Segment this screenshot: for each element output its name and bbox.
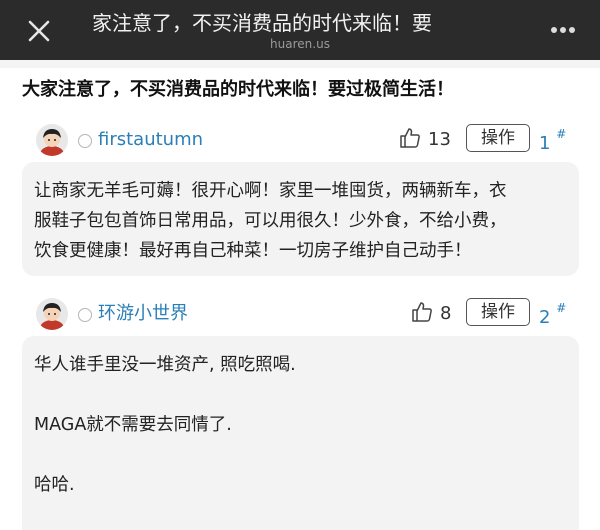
comment-text-line: 服鞋子包包首饰日常用品，可以用很久！少外食，不给小费，: [34, 211, 507, 231]
comment-header: 环游小世界 8 操作 2 #: [0, 294, 600, 338]
page-domain: huaren.us: [270, 37, 330, 51]
comment-body: 华人谁手里没一堆资产, 照吃照喝. MAGA就不需要去同情了. 哈哈.: [22, 336, 579, 530]
floor-number[interactable]: 2 #: [539, 298, 566, 332]
username-link[interactable]: firstautumn: [98, 126, 203, 154]
post-title: 大家注意了，不买消费品的时代来临！要过极简生活！: [22, 79, 454, 100]
section-divider: [0, 60, 600, 68]
thumbs-up-icon[interactable]: [410, 300, 434, 324]
status-dot-icon: [78, 308, 92, 322]
comment-paragraph: 哈哈.: [34, 475, 75, 495]
top-bar: 家注意了，不买消费品的时代来临！要 huaren.us: [0, 0, 600, 60]
floor-number-value: 1: [539, 133, 551, 154]
status-dot-icon: [78, 134, 92, 148]
action-button[interactable]: 操作: [466, 298, 530, 326]
comment-header: firstautumn 13 操作 1 #: [0, 120, 600, 164]
like-count: 8: [440, 303, 452, 324]
username-link[interactable]: 环游小世界: [98, 300, 188, 328]
comment-body: 让商家无羊毛可薅！很开心啊！家里一堆囤货，两辆新车，衣 服鞋子包包首饰日常用品，…: [22, 162, 579, 276]
like-count: 13: [428, 129, 451, 150]
floor-number-value: 2: [539, 307, 551, 328]
avatar[interactable]: [36, 124, 68, 156]
floor-mark: #: [556, 127, 567, 141]
floor-number[interactable]: 1 #: [539, 124, 566, 158]
comment-text-line: 饮食更健康！最好再自己种菜！一切房子维护自己动手！: [34, 241, 472, 261]
comment-paragraph: MAGA就不需要去同情了.: [34, 415, 232, 435]
action-button[interactable]: 操作: [466, 124, 530, 152]
page-title: 家注意了，不买消费品的时代来临！要: [92, 11, 432, 35]
more-dots-icon[interactable]: [548, 14, 578, 44]
comment-paragraph: 华人谁手里没一堆资产, 照吃照喝.: [34, 355, 296, 375]
avatar[interactable]: [36, 298, 68, 330]
thumbs-up-icon[interactable]: [398, 126, 422, 150]
comment-text-line: 让商家无羊毛可薅！很开心啊！家里一堆囤货，两辆新车，衣: [34, 181, 507, 201]
floor-mark: #: [556, 301, 567, 315]
